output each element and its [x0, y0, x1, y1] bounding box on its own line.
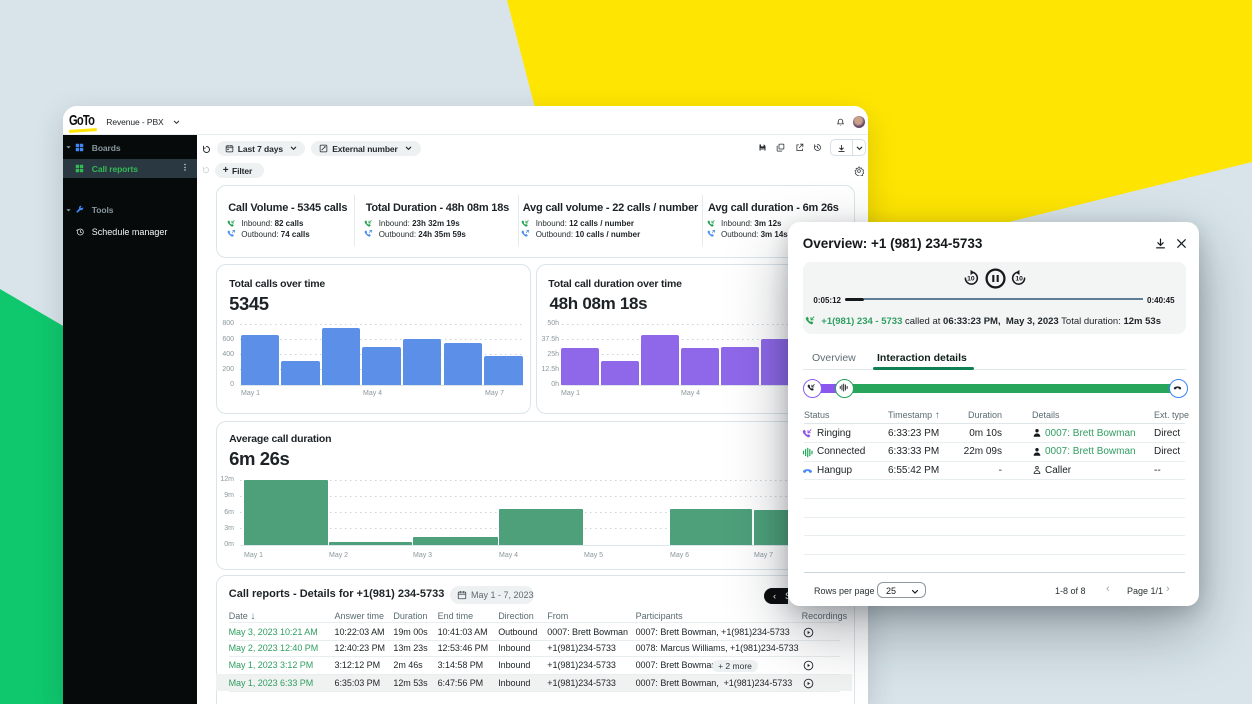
- svg-text:10: 10: [967, 275, 975, 282]
- svg-text:10: 10: [1015, 275, 1023, 282]
